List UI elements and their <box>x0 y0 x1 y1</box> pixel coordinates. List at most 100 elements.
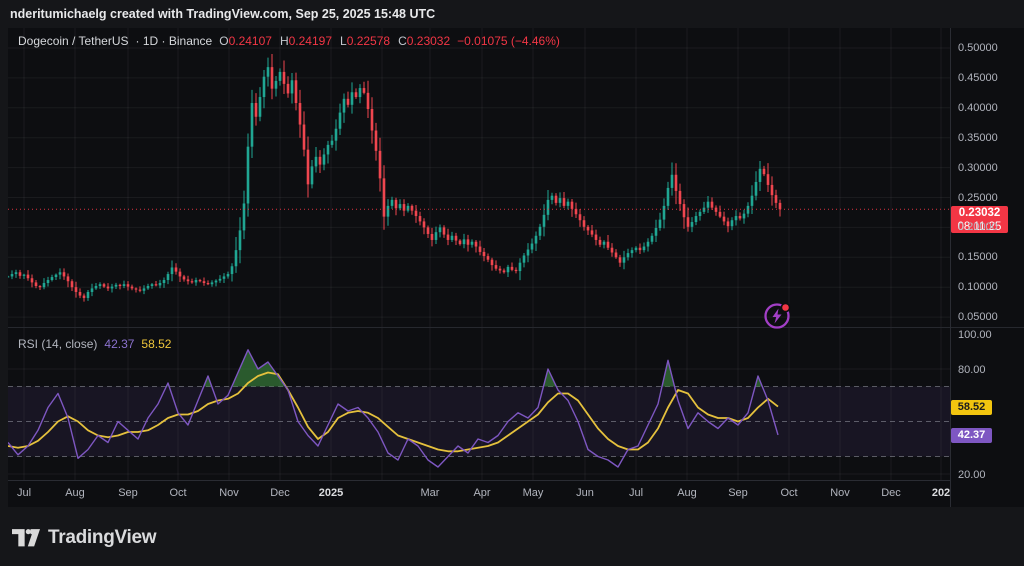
candle-body <box>199 280 202 281</box>
candle-body <box>251 103 254 147</box>
attribution-text: nderitumichaelg created with TradingView… <box>10 7 435 21</box>
candle-body <box>567 202 570 206</box>
price-tick-label: 0.30000 <box>958 162 998 174</box>
candle-body <box>259 97 262 117</box>
rsi-tick-label: 100.00 <box>958 329 992 341</box>
symbol-title[interactable]: Dogecoin / TetherUS <box>18 34 129 48</box>
candle-body <box>75 287 78 292</box>
candle-body <box>623 257 626 262</box>
candle-body <box>447 235 450 240</box>
candle-body <box>39 286 42 287</box>
candle-body <box>283 72 286 84</box>
candle-body <box>155 284 158 285</box>
candle-body <box>247 147 250 204</box>
candle-body <box>303 125 306 150</box>
month-label: Jun <box>576 487 594 499</box>
candle-body <box>179 272 182 277</box>
candle-body <box>611 248 614 253</box>
candle-body <box>51 277 54 280</box>
tradingview-logo-text: TradingView <box>48 527 156 549</box>
panel-separator[interactable] <box>8 327 1024 328</box>
candle-body <box>203 281 206 283</box>
candle-body <box>415 211 418 216</box>
tradingview-logo[interactable]: TradingView <box>12 527 156 549</box>
candle-body <box>767 174 770 185</box>
month-label: Mar <box>421 487 440 499</box>
candle-body <box>431 234 434 240</box>
price-tick-label: 0.15000 <box>958 251 998 263</box>
candle-body <box>235 250 238 266</box>
symbol-legend[interactable]: Dogecoin / TetherUS · 1D · Binance O0.24… <box>18 34 560 48</box>
candle-body <box>347 99 350 105</box>
month-label: Aug <box>65 487 85 499</box>
candle-body <box>683 204 686 217</box>
month-label: Oct <box>169 487 186 499</box>
candle-body <box>123 284 126 286</box>
price-tick-label: 0.50000 <box>958 42 998 54</box>
candle-body <box>395 200 398 208</box>
candle-body <box>139 290 142 291</box>
candle-body <box>351 92 354 105</box>
candle-body <box>267 67 270 77</box>
candle-body <box>475 242 478 247</box>
price-tick-label: 0.10000 <box>958 281 998 293</box>
time-axis[interactable]: JulAugSepOctNovDec2025MarAprMayJunJulAug… <box>8 480 950 507</box>
month-label: Jul <box>629 487 643 499</box>
candle-body <box>507 267 510 272</box>
candle-body <box>207 283 210 284</box>
candle-body <box>635 248 638 250</box>
candle-body <box>451 236 454 240</box>
candle-body <box>719 212 722 217</box>
candle-body <box>599 240 602 245</box>
candle-body <box>691 222 694 227</box>
candle-body <box>771 185 774 195</box>
candle-body <box>563 198 566 206</box>
candle-body <box>163 280 166 283</box>
candle-body <box>71 281 74 287</box>
candle-body <box>579 214 582 220</box>
candle-body <box>631 250 634 253</box>
flash-boost-button[interactable] <box>761 300 793 332</box>
candle-body <box>371 109 374 131</box>
candle-body <box>539 227 542 236</box>
candle-body <box>339 113 342 129</box>
month-label: May <box>523 487 544 499</box>
candle-body <box>335 129 338 141</box>
candle-body <box>363 88 366 93</box>
candle-body <box>159 283 162 285</box>
price-axis[interactable]: 0.23032 08:11:25 0.500000.450000.400000.… <box>950 28 1024 507</box>
candle-body <box>323 154 326 164</box>
rsi-tick-label: 20.00 <box>958 469 986 481</box>
tradingview-mark-icon <box>12 529 40 547</box>
candle-body <box>47 280 50 283</box>
price-tick-label: 0.25000 <box>958 192 998 204</box>
candle-body <box>479 247 482 252</box>
price-chart-canvas[interactable] <box>8 28 950 327</box>
rsi-legend[interactable]: RSI (14, close) 42.37 58.52 <box>18 337 171 351</box>
candle-body <box>215 281 218 283</box>
candle-body <box>679 191 682 204</box>
candle-body <box>383 178 386 216</box>
candle-body <box>151 284 154 286</box>
rsi-name: RSI (14, close) <box>18 337 97 351</box>
candle-body <box>131 287 134 289</box>
attribution-bar: nderitumichaelg created with TradingView… <box>0 0 1024 28</box>
lightning-icon <box>761 300 793 332</box>
candle-body <box>655 228 658 236</box>
candle-body <box>95 286 98 288</box>
month-label: Nov <box>830 487 850 499</box>
candle-body <box>775 195 778 203</box>
candle-body <box>167 274 170 280</box>
candle-body <box>607 242 610 248</box>
candle-body <box>291 80 294 93</box>
month-label: Apr <box>473 487 490 499</box>
candle-body <box>111 287 114 289</box>
candle-body <box>195 280 198 282</box>
candle-body <box>83 296 86 298</box>
candle-body <box>763 169 766 174</box>
candle-body <box>559 198 562 203</box>
candle-body <box>727 221 730 226</box>
candle-body <box>8 276 9 277</box>
candle-body <box>399 204 402 208</box>
candle-body <box>367 93 370 109</box>
